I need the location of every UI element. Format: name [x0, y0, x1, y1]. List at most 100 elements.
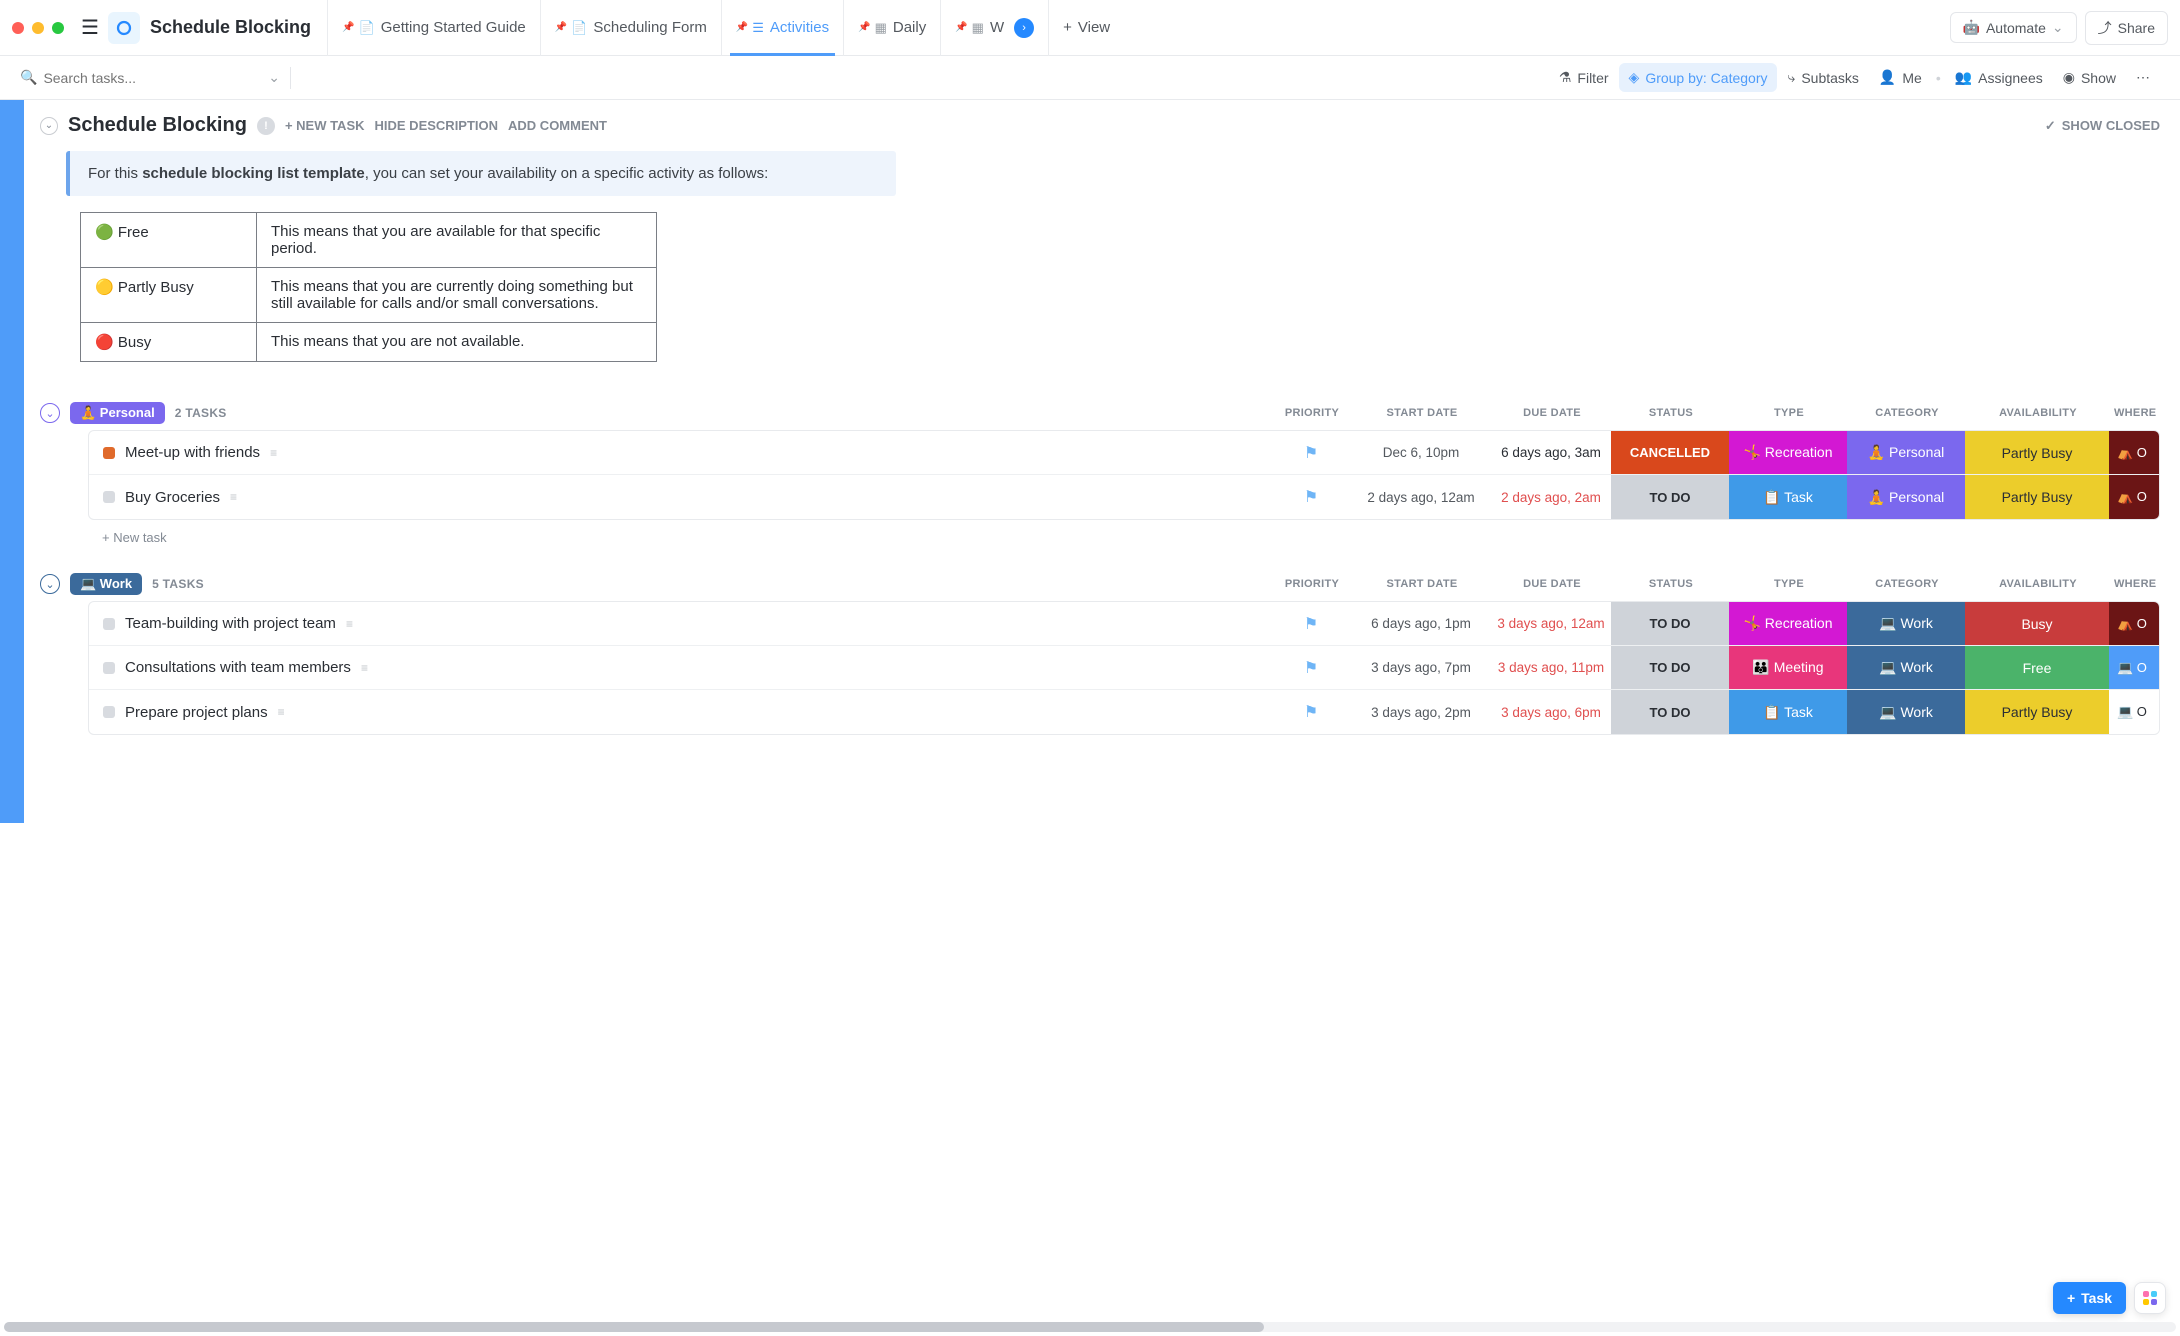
task-row[interactable]: Team-building with project team ≡ ⚑ 6 da… [89, 602, 2159, 646]
priority-cell[interactable]: ⚑ [1271, 431, 1351, 474]
tab-scheduling-form[interactable]: 📌 📄 Scheduling Form [540, 0, 721, 56]
col-status[interactable]: STATUS [1612, 407, 1730, 419]
col-due-date[interactable]: DUE DATE [1492, 578, 1612, 590]
collapse-section-icon[interactable]: ⌄ [40, 117, 58, 135]
search-input[interactable] [43, 70, 243, 86]
task-status-square-icon[interactable] [103, 447, 115, 459]
status-cell[interactable]: TO DO [1611, 602, 1729, 645]
info-icon[interactable]: ! [257, 117, 275, 135]
chevron-down-icon[interactable]: ⌄ [268, 69, 280, 86]
status-cell[interactable]: CANCELLED [1611, 431, 1729, 474]
app-logo[interactable] [108, 12, 140, 44]
due-date-cell[interactable]: 3 days ago, 6pm [1491, 690, 1611, 734]
col-where[interactable]: WHERE [2110, 578, 2160, 590]
task-status-square-icon[interactable] [103, 706, 115, 718]
share-button[interactable]: ⤴ Share [2085, 11, 2168, 45]
col-category[interactable]: CATEGORY [1848, 578, 1966, 590]
start-date-cell[interactable]: 6 days ago, 1pm [1351, 602, 1491, 645]
hide-description-button[interactable]: HIDE DESCRIPTION [375, 118, 499, 133]
start-date-cell[interactable]: 2 days ago, 12am [1351, 475, 1491, 519]
group-badge[interactable]: 🧘 Personal [70, 402, 165, 424]
more-menu[interactable]: ⋯ [2126, 63, 2160, 92]
priority-cell[interactable]: ⚑ [1271, 475, 1351, 519]
apps-launcher[interactable] [2134, 1282, 2166, 1314]
add-comment-button[interactable]: ADD COMMENT [508, 118, 607, 133]
task-status-square-icon[interactable] [103, 662, 115, 674]
category-cell[interactable]: 💻 Work [1847, 690, 1965, 734]
task-name[interactable]: Buy Groceries [125, 489, 220, 506]
task-name[interactable]: Meet-up with friends [125, 444, 260, 461]
task-name[interactable]: Team-building with project team [125, 615, 336, 632]
assignees-button[interactable]: 👥 Assignees [1945, 63, 2053, 92]
status-cell[interactable]: TO DO [1611, 475, 1729, 519]
task-row[interactable]: Buy Groceries ≡ ⚑ 2 days ago, 12am 2 day… [89, 475, 2159, 519]
col-priority[interactable]: PRIORITY [1272, 578, 1352, 590]
task-row[interactable]: Meet-up with friends ≡ ⚑ Dec 6, 10pm 6 d… [89, 431, 2159, 475]
task-description-icon[interactable]: ≡ [361, 661, 368, 675]
col-where[interactable]: WHERE [2110, 407, 2160, 419]
group-collapse-icon[interactable]: ⌄ [40, 574, 60, 594]
type-cell[interactable]: 🤸 Recreation [1729, 431, 1847, 474]
start-date-cell[interactable]: 3 days ago, 2pm [1351, 690, 1491, 734]
due-date-cell[interactable]: 2 days ago, 2am [1491, 475, 1611, 519]
col-availability[interactable]: AVAILABILITY [1966, 578, 2110, 590]
col-start-date[interactable]: START DATE [1352, 578, 1492, 590]
task-description-icon[interactable]: ≡ [278, 705, 285, 719]
task-description-icon[interactable]: ≡ [230, 490, 237, 504]
group-collapse-icon[interactable]: ⌄ [40, 403, 60, 423]
status-cell[interactable]: TO DO [1611, 646, 1729, 689]
tabs-overflow-icon[interactable]: › [1014, 18, 1034, 38]
tab-getting-started[interactable]: 📌 📄 Getting Started Guide [327, 0, 540, 56]
show-button[interactable]: ◉ Show [2053, 63, 2126, 92]
availability-cell[interactable]: Partly Busy [1965, 690, 2109, 734]
task-name[interactable]: Prepare project plans [125, 704, 268, 721]
category-cell[interactable]: 💻 Work [1847, 646, 1965, 689]
type-cell[interactable]: 🤸 Recreation [1729, 602, 1847, 645]
start-date-cell[interactable]: Dec 6, 10pm [1351, 431, 1491, 474]
col-availability[interactable]: AVAILABILITY [1966, 407, 2110, 419]
horizontal-scrollbar[interactable] [4, 1322, 2176, 1332]
where-cell[interactable]: ⛺ O [2109, 475, 2159, 519]
availability-cell[interactable]: Partly Busy [1965, 431, 2109, 474]
show-closed-button[interactable]: ✓ SHOW CLOSED [2045, 118, 2160, 134]
task-row[interactable]: Consultations with team members ≡ ⚑ 3 da… [89, 646, 2159, 690]
minimize-window-icon[interactable] [32, 22, 44, 34]
col-status[interactable]: STATUS [1612, 578, 1730, 590]
type-cell[interactable]: 📋 Task [1729, 475, 1847, 519]
task-name[interactable]: Consultations with team members [125, 659, 351, 676]
where-cell[interactable]: 💻 O [2109, 646, 2159, 689]
where-cell[interactable]: ⛺ O [2109, 602, 2159, 645]
groupby-button[interactable]: ◈ Group by: Category [1619, 63, 1778, 92]
add-view-button[interactable]: + View [1048, 0, 1124, 56]
availability-cell[interactable]: Busy [1965, 602, 2109, 645]
where-cell[interactable]: 💻 O [2109, 690, 2159, 734]
subtasks-button[interactable]: ⤷ Subtasks [1777, 63, 1868, 92]
type-cell[interactable]: 👪 Meeting [1729, 646, 1847, 689]
col-priority[interactable]: PRIORITY [1272, 407, 1352, 419]
start-date-cell[interactable]: 3 days ago, 7pm [1351, 646, 1491, 689]
close-window-icon[interactable] [12, 22, 24, 34]
task-description-icon[interactable]: ≡ [270, 446, 277, 460]
where-cell[interactable]: ⛺ O [2109, 431, 2159, 474]
me-button[interactable]: 👤 Me [1869, 63, 1932, 92]
filter-button[interactable]: ⚗ Filter [1549, 63, 1619, 92]
new-task-button[interactable]: + NEW TASK [285, 118, 365, 133]
task-status-square-icon[interactable] [103, 491, 115, 503]
category-cell[interactable]: 🧘 Personal [1847, 431, 1965, 474]
availability-cell[interactable]: Partly Busy [1965, 475, 2109, 519]
maximize-window-icon[interactable] [52, 22, 64, 34]
col-type[interactable]: TYPE [1730, 578, 1848, 590]
col-category[interactable]: CATEGORY [1848, 407, 1966, 419]
due-date-cell[interactable]: 3 days ago, 11pm [1491, 646, 1611, 689]
task-description-icon[interactable]: ≡ [346, 617, 353, 631]
priority-cell[interactable]: ⚑ [1271, 690, 1351, 734]
status-cell[interactable]: TO DO [1611, 690, 1729, 734]
col-due-date[interactable]: DUE DATE [1492, 407, 1612, 419]
task-row[interactable]: Prepare project plans ≡ ⚑ 3 days ago, 2p… [89, 690, 2159, 734]
new-task-link[interactable]: + New task [40, 520, 2160, 545]
scrollbar-thumb[interactable] [4, 1322, 1264, 1332]
col-start-date[interactable]: START DATE [1352, 407, 1492, 419]
type-cell[interactable]: 📋 Task [1729, 690, 1847, 734]
new-task-fab[interactable]: + Task [2053, 1282, 2126, 1314]
task-status-square-icon[interactable] [103, 618, 115, 630]
